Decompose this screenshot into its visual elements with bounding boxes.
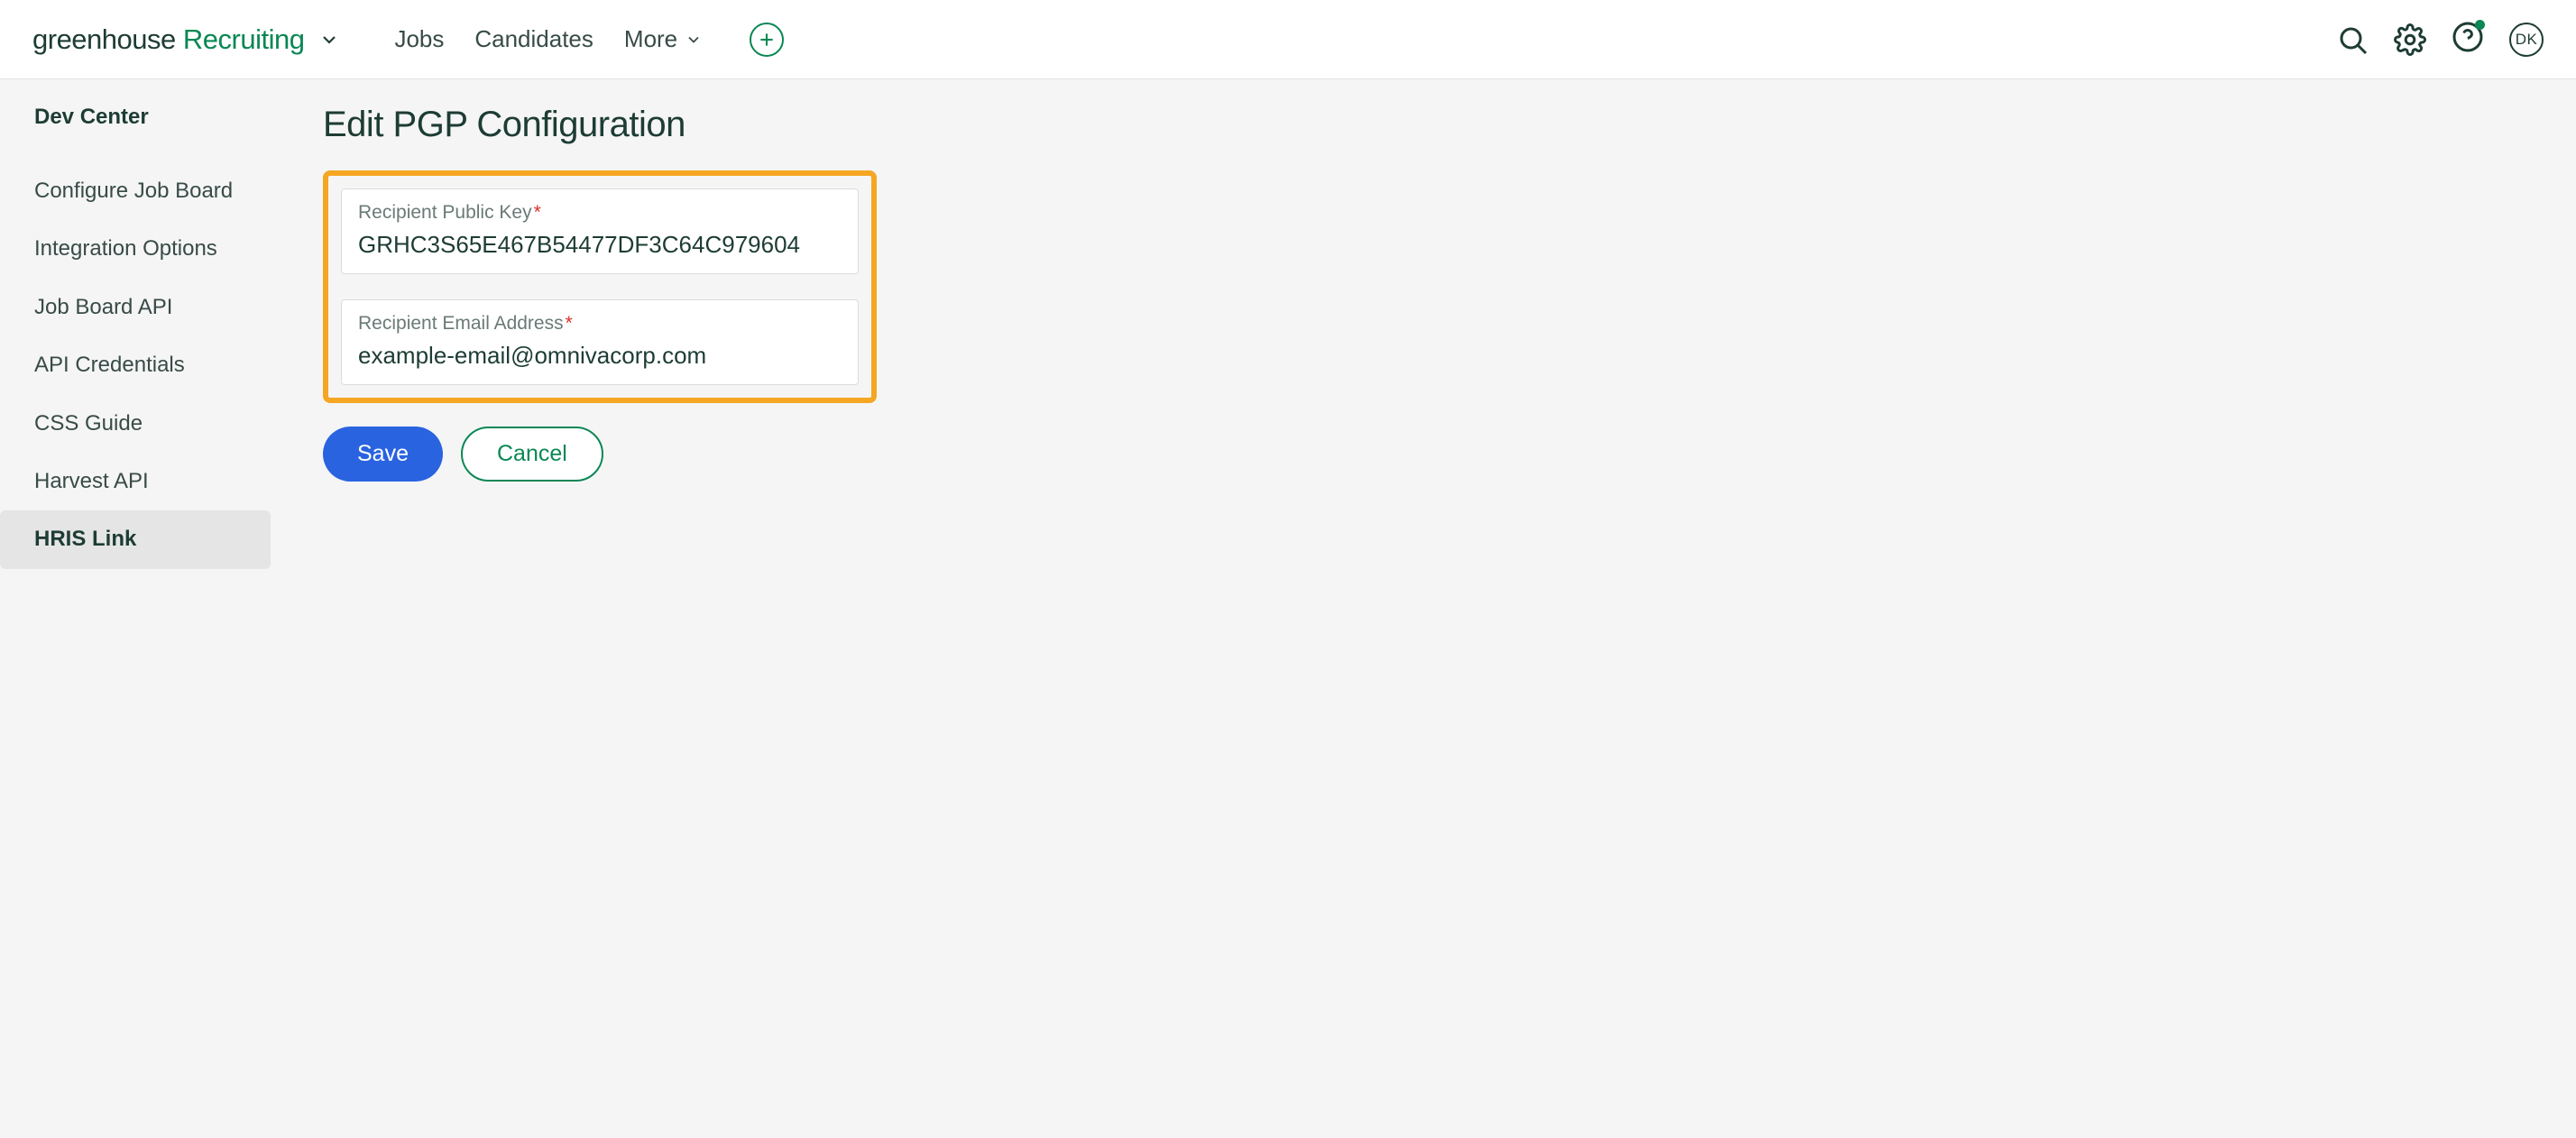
brand-switcher[interactable]: greenhouse Recruiting [32,23,340,56]
add-button[interactable] [750,23,784,57]
header-actions: DK [2336,21,2544,58]
nav-more-label: More [624,25,677,53]
search-icon[interactable] [2336,23,2369,56]
field-label-email: Recipient Email Address* [358,313,842,335]
sidebar-title: Dev Center [34,105,280,130]
recipient-public-key-input[interactable] [358,231,842,259]
pgp-form-highlight: Recipient Public Key* Recipient Email Ad… [323,170,877,403]
sidebar-item-integration-options[interactable]: Integration Options [34,220,280,278]
page-body: Dev Center Configure Job Board Integrati… [0,79,2576,569]
form-actions: Save Cancel [323,427,2540,482]
recipient-email-input[interactable] [358,342,842,370]
main-content: Edit PGP Configuration Recipient Public … [280,105,2576,569]
chevron-down-icon [318,29,340,50]
page-title: Edit PGP Configuration [323,105,2540,145]
main-nav: Jobs Candidates More [394,25,703,53]
brand-logo: greenhouse Recruiting [32,23,304,56]
sidebar-item-api-credentials[interactable]: API Credentials [34,336,280,394]
plus-icon [758,31,776,49]
field-recipient-public-key: Recipient Public Key* [341,188,859,274]
sidebar-item-harvest-api[interactable]: Harvest API [34,453,280,510]
sidebar: Dev Center Configure Job Board Integrati… [0,105,280,569]
chevron-down-icon [685,31,703,49]
sidebar-item-configure-job-board[interactable]: Configure Job Board [34,162,280,220]
sidebar-item-css-guide[interactable]: CSS Guide [34,395,280,453]
field-recipient-email: Recipient Email Address* [341,299,859,385]
sidebar-item-job-board-api[interactable]: Job Board API [34,279,280,336]
help-button[interactable] [2452,21,2484,58]
field-label-public-key: Recipient Public Key* [358,202,842,224]
avatar[interactable]: DK [2509,23,2544,57]
sidebar-item-hris-link[interactable]: HRIS Link [0,510,271,568]
gear-icon[interactable] [2394,23,2426,56]
notification-dot [2475,20,2485,30]
nav-candidates[interactable]: Candidates [474,25,593,53]
nav-jobs[interactable]: Jobs [394,25,444,53]
nav-more[interactable]: More [624,25,703,53]
app-header: greenhouse Recruiting Jobs Candidates Mo… [0,0,2576,79]
cancel-button[interactable]: Cancel [461,427,603,482]
save-button[interactable]: Save [323,427,443,482]
